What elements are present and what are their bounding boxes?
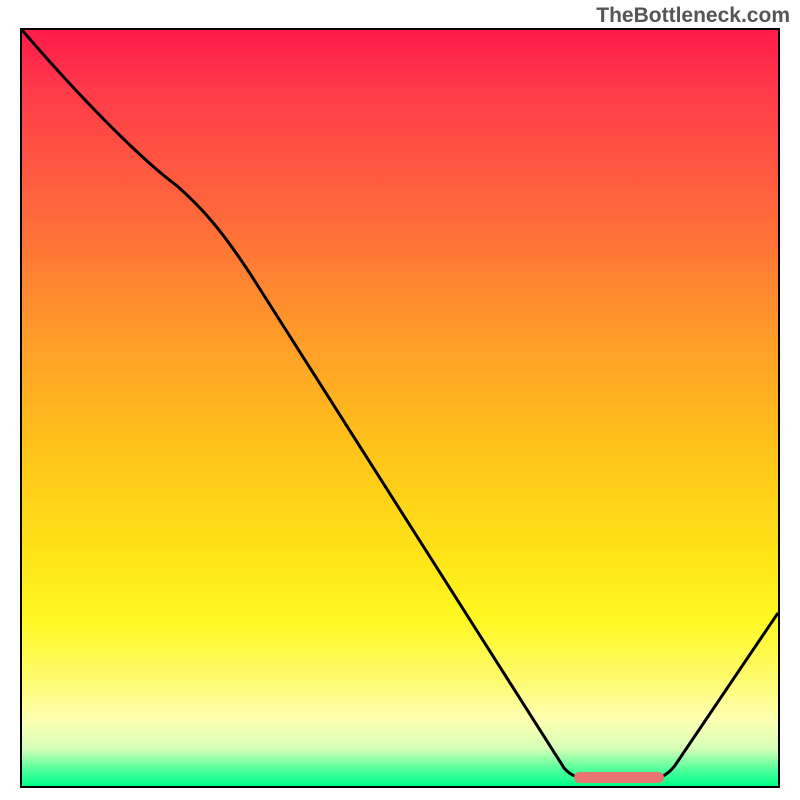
optimal-marker bbox=[574, 772, 664, 783]
curve-path bbox=[22, 30, 778, 779]
chart-container: TheBottleneck.com bbox=[0, 0, 800, 800]
plot-frame bbox=[20, 28, 780, 788]
watermark-text: TheBottleneck.com bbox=[596, 4, 790, 28]
curve-svg bbox=[22, 30, 778, 786]
